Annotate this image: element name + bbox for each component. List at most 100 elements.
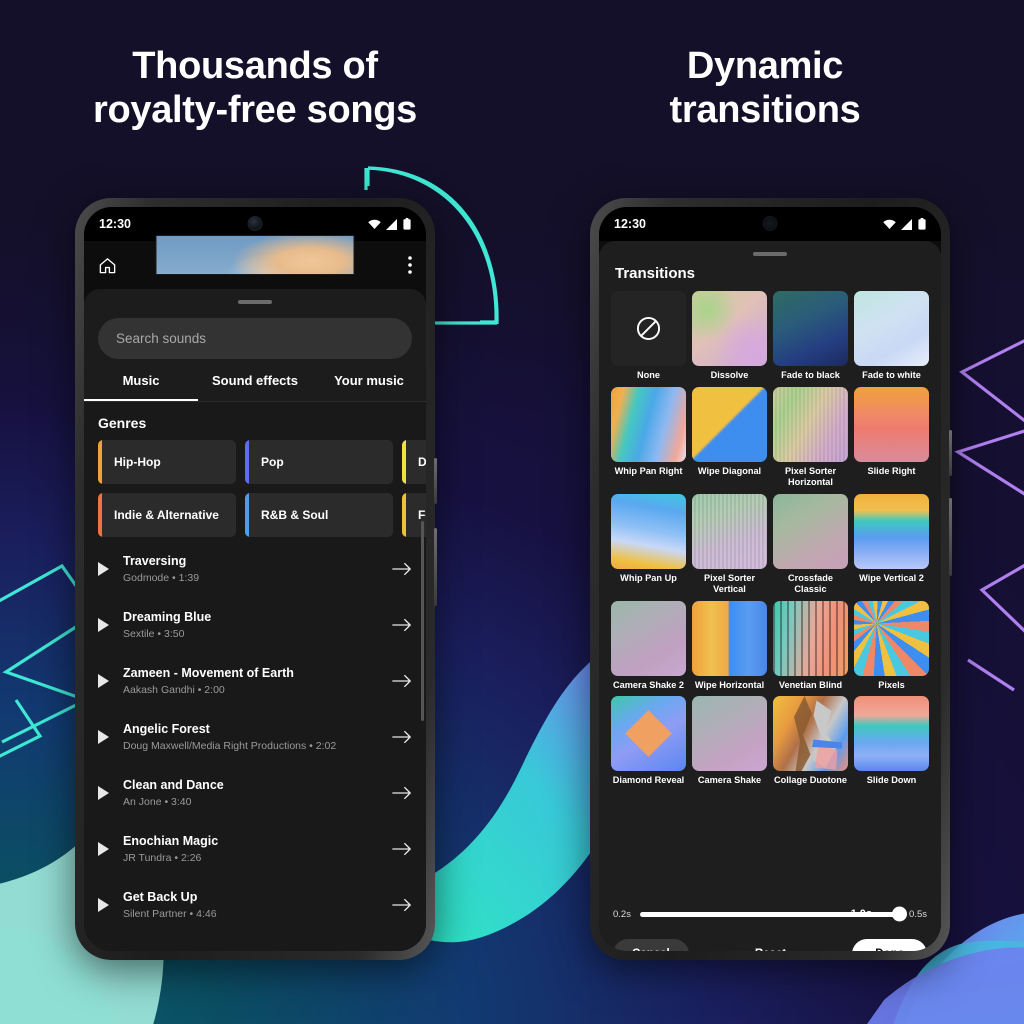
song-row[interactable]: Angelic Forest Doug Maxwell/Media Right P… xyxy=(84,709,426,765)
transition-cell[interactable]: Pixel Sorter Horizontal xyxy=(773,386,848,489)
phone-right-volume-button[interactable] xyxy=(949,430,952,476)
slider-track[interactable]: 1.0s xyxy=(639,906,908,922)
no-transition-icon[interactable] xyxy=(611,291,686,366)
transition-cell[interactable]: Pixel Sorter Vertical xyxy=(692,493,767,596)
play-icon[interactable] xyxy=(98,730,109,744)
arrow-right-icon[interactable] xyxy=(392,841,412,857)
play-icon[interactable] xyxy=(98,786,109,800)
transition-cell[interactable]: Pixels xyxy=(854,600,929,692)
arrow-right-icon[interactable] xyxy=(392,673,412,689)
transition-thumbnail[interactable] xyxy=(854,696,929,771)
play-icon[interactable] xyxy=(98,674,109,688)
transition-cell[interactable]: Slide Down xyxy=(854,696,929,787)
genre-chip-indie-alternative[interactable]: Indie & Alternative xyxy=(98,493,236,537)
song-row[interactable]: Enochian Magic JR Tundra • 2:26 xyxy=(84,821,426,877)
scrollbar[interactable] xyxy=(421,521,424,721)
arrow-right-icon[interactable] xyxy=(392,561,412,577)
song-meta: Traversing Godmode • 1:39 xyxy=(123,554,378,584)
song-subtitle: Aakash Gandhi • 2:00 xyxy=(123,684,225,696)
genre-chip-rnb-soul[interactable]: R&B & Soul xyxy=(245,493,393,537)
transition-thumbnail[interactable] xyxy=(773,493,848,569)
transition-cell[interactable]: Fade to black xyxy=(773,291,848,382)
phone-left-power-button[interactable] xyxy=(434,528,437,606)
play-icon[interactable] xyxy=(98,562,109,576)
transition-thumbnail[interactable] xyxy=(611,696,686,771)
transition-thumbnail[interactable] xyxy=(611,600,686,676)
transition-thumbnail[interactable] xyxy=(854,291,929,366)
duration-slider[interactable]: 0.2s 1.0s 0.5s xyxy=(599,897,941,931)
arrow-right-icon[interactable] xyxy=(392,729,412,745)
reset-button[interactable]: Reset xyxy=(755,948,786,951)
more-vert-icon[interactable] xyxy=(408,256,412,274)
transition-cell[interactable]: Crossfade Classic xyxy=(773,493,848,596)
search-input[interactable]: Search sounds xyxy=(98,318,412,359)
song-title: Enochian Magic xyxy=(123,834,219,848)
transition-cell[interactable]: Whip Pan Right xyxy=(611,386,686,489)
arrow-right-icon[interactable] xyxy=(392,617,412,633)
home-icon[interactable] xyxy=(98,256,117,275)
transition-thumbnail[interactable] xyxy=(611,493,686,569)
song-row[interactable]: Clean and Dance An Jone • 3:40 xyxy=(84,765,426,821)
transition-thumbnail[interactable] xyxy=(692,600,767,676)
song-subtitle: JR Tundra • 2:26 xyxy=(123,852,202,864)
transition-cell[interactable]: Wipe Diagonal xyxy=(692,386,767,489)
transition-thumbnail[interactable] xyxy=(611,386,686,462)
genre-chip-dance[interactable]: Da xyxy=(402,440,426,484)
transition-cell[interactable]: Diamond Reveal xyxy=(611,696,686,787)
transition-cell[interactable]: Dissolve xyxy=(692,291,767,382)
transition-thumbnail[interactable] xyxy=(692,291,767,366)
arrow-right-icon[interactable] xyxy=(392,897,412,913)
song-title: Angelic Forest xyxy=(123,722,210,736)
slider-thumb[interactable] xyxy=(892,906,908,922)
phone-right: 12:30 Transitions NoneDissolveFade to xyxy=(590,198,952,960)
genre-label: Pop xyxy=(261,455,284,469)
sheet-grabber[interactable] xyxy=(238,300,272,304)
transition-cell[interactable]: None xyxy=(611,291,686,382)
phone-left-screen: 12:30 Search sounds Music Sound effects … xyxy=(84,207,426,951)
arrow-right-icon[interactable] xyxy=(392,785,412,801)
play-icon[interactable] xyxy=(98,898,109,912)
transition-thumbnail[interactable] xyxy=(854,600,929,676)
wifi-icon xyxy=(883,219,896,229)
transition-thumbnail[interactable] xyxy=(692,696,767,771)
transition-thumbnail[interactable] xyxy=(854,386,929,462)
phone-right-power-button[interactable] xyxy=(949,498,952,576)
cancel-button[interactable]: Cancel xyxy=(613,939,689,951)
transition-thumbnail[interactable] xyxy=(773,696,848,771)
transition-label: Whip Pan Up xyxy=(620,572,677,583)
song-row[interactable]: Dreaming Blue Sextile • 3:50 xyxy=(84,597,426,653)
tab-music[interactable]: Music xyxy=(84,373,198,401)
genre-label: Fo xyxy=(418,508,426,522)
song-row[interactable]: Traversing Godmode • 1:39 xyxy=(84,541,426,597)
tab-sound-effects[interactable]: Sound effects xyxy=(198,373,312,401)
transition-thumbnail[interactable] xyxy=(773,600,848,676)
transition-cell[interactable]: Collage Duotone xyxy=(773,696,848,787)
done-button[interactable]: Done xyxy=(852,939,927,951)
transition-thumbnail[interactable] xyxy=(692,386,767,462)
play-icon[interactable] xyxy=(98,842,109,856)
sky-clip-thumbnail[interactable] xyxy=(155,235,355,275)
genre-chip-pop[interactable]: Pop xyxy=(245,440,393,484)
diamond-shape xyxy=(625,710,672,757)
transition-cell[interactable]: Slide Right xyxy=(854,386,929,489)
song-row[interactable]: Zameen - Movement of Earth Aakash Gandhi … xyxy=(84,653,426,709)
song-row[interactable]: Get Back Up Silent Partner • 4:46 xyxy=(84,877,426,933)
genre-chip-hip-hop[interactable]: Hip-Hop xyxy=(98,440,236,484)
tab-your-music[interactable]: Your music xyxy=(312,373,426,401)
transition-cell[interactable]: Wipe Horizontal xyxy=(692,600,767,692)
phone-left-volume-button[interactable] xyxy=(434,458,437,504)
transition-cell[interactable]: Fade to white xyxy=(854,291,929,382)
transition-thumbnail[interactable] xyxy=(854,493,929,569)
transition-cell[interactable]: Camera Shake 2 xyxy=(611,600,686,692)
transition-cell[interactable]: Whip Pan Up xyxy=(611,493,686,596)
transition-cell[interactable]: Camera Shake xyxy=(692,696,767,787)
transition-thumbnail[interactable] xyxy=(692,493,767,569)
play-icon[interactable] xyxy=(98,618,109,632)
transition-thumbnail[interactable] xyxy=(773,386,848,462)
song-title: Traversing xyxy=(123,554,187,568)
transition-cell[interactable]: Venetian Blind xyxy=(773,600,848,692)
transition-thumbnail[interactable] xyxy=(773,291,848,366)
transition-label: Collage Duotone xyxy=(774,775,847,785)
transition-cell[interactable]: Wipe Vertical 2 xyxy=(854,493,929,596)
song-subtitle: Sextile • 3:50 xyxy=(123,628,185,640)
